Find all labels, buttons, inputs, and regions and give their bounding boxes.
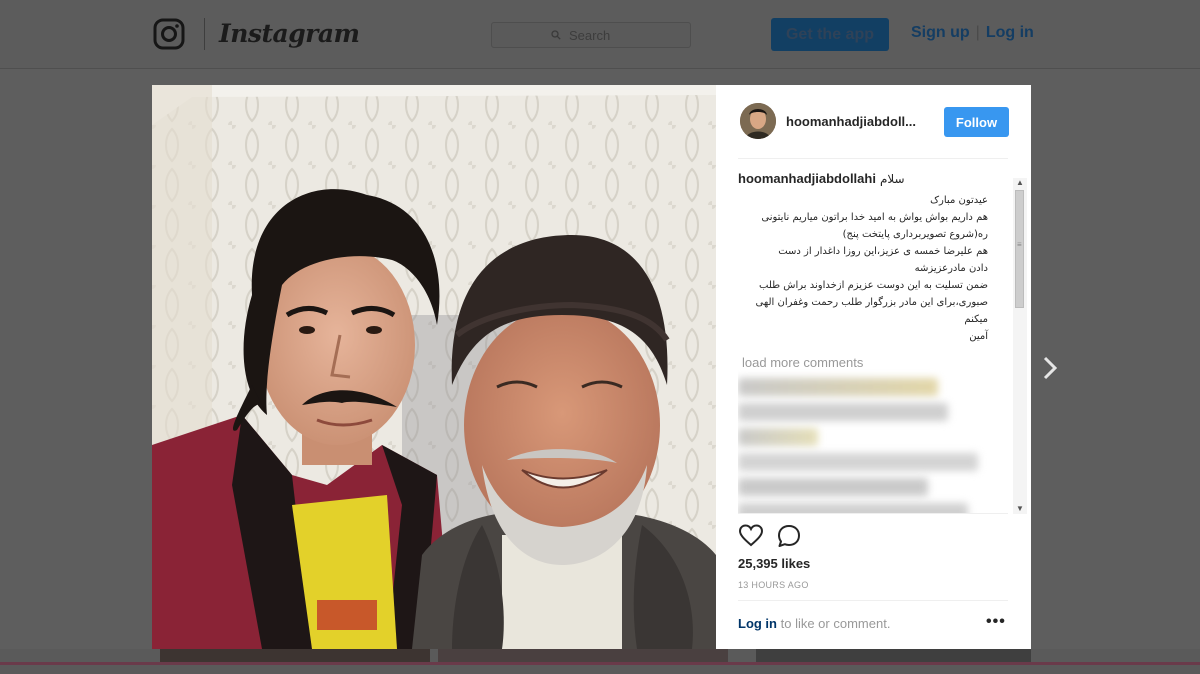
sign-up-link[interactable]: Sign up	[911, 24, 970, 41]
comment-bubble-icon[interactable]	[776, 523, 802, 549]
caption-first-line: hoomanhadjiabdollahi سلام	[738, 170, 1008, 188]
blurred-comments	[738, 378, 1008, 513]
search-box[interactable]	[491, 22, 691, 48]
comments-divider	[738, 513, 1008, 514]
search-icon	[551, 30, 561, 40]
post-photo-image	[152, 85, 716, 649]
comments-section: hoomanhadjiabdollahi سلام عیدتون مبارک هم…	[738, 170, 1008, 513]
load-more-comments-link[interactable]: load more comments	[742, 355, 1008, 370]
caption-line: آمین	[969, 331, 988, 342]
caption-line: ضمن تسلیت به این دوست عزیزم ازخداوند برا…	[759, 280, 988, 291]
post-timestamp[interactable]: 13 HOURS AGO	[738, 580, 809, 590]
bottom-accent-line	[0, 662, 1200, 665]
search-input[interactable]	[567, 26, 631, 44]
follow-button[interactable]: Follow	[944, 107, 1009, 137]
log-in-link[interactable]: Log in	[986, 24, 1034, 41]
login-prompt-text: to like or comment.	[777, 616, 891, 631]
scroll-down-arrow-icon[interactable]: ▼	[1015, 504, 1025, 514]
log-in-to-like-link[interactable]: Log in	[738, 616, 777, 631]
post-photo[interactable]	[152, 85, 716, 649]
avatar-image	[740, 103, 776, 139]
post-header: hoomanhadjiabdoll... Follow	[716, 85, 1031, 159]
heart-icon[interactable]	[738, 523, 764, 549]
login-prompt: Log in to like or comment.	[738, 616, 890, 631]
chevron-right-icon[interactable]	[1040, 355, 1060, 381]
instagram-wordmark[interactable]: Instagram	[219, 18, 360, 50]
grid-thumbnail[interactable]	[438, 649, 728, 663]
footer-divider	[738, 600, 1008, 601]
post-author-username[interactable]: hoomanhadjiabdoll...	[786, 114, 946, 129]
blurred-comment	[738, 478, 928, 496]
auth-separator: |	[975, 24, 980, 41]
blurred-comment	[738, 503, 968, 513]
caption-username[interactable]: hoomanhadjiabdollahi	[738, 171, 876, 186]
caption-line: عیدتون مبارک	[930, 195, 988, 206]
caption-first-word: سلام	[879, 172, 905, 186]
blurred-comment	[738, 403, 948, 421]
caption-line: صبوری،برای این مادر بزرگوار طلب رحمت وغف…	[755, 297, 988, 308]
caption-line: هم داریم بواش یواش به امید خدا براتون می…	[761, 212, 988, 223]
caption-line: دادن مادرعزیزشه	[914, 263, 988, 274]
instagram-camera-icon[interactable]	[153, 18, 185, 50]
scrollbar-thumb[interactable]: ≡	[1015, 190, 1024, 308]
likes-count[interactable]: 25,395 likes	[738, 556, 810, 571]
get-the-app-label: Get the app	[785, 25, 874, 43]
logo-divider	[204, 18, 205, 50]
scroll-up-arrow-icon[interactable]: ▲	[1015, 178, 1025, 188]
more-options-icon[interactable]: •••	[986, 613, 1006, 631]
caption-line: میکنم	[964, 314, 988, 325]
grid-thumbnail[interactable]	[160, 649, 430, 663]
comments-scrollbar[interactable]: ▲ ≡ ▼	[1013, 178, 1027, 514]
caption-line: ره(شروع تصویربرداری پایتخت پنج)	[842, 229, 988, 240]
blurred-comment	[738, 428, 818, 446]
top-navigation-bar: Instagram Get the app Sign up | Log in	[0, 0, 1200, 69]
blurred-comment	[738, 378, 938, 396]
grid-thumbnail[interactable]	[756, 649, 1031, 663]
auth-links: Sign up | Log in	[911, 24, 1034, 42]
caption-line: هم علیرضا خمسه ی عزیز،این روزا داغدار از…	[778, 246, 988, 257]
avatar[interactable]	[740, 103, 776, 139]
grip-icon: ≡	[1017, 240, 1022, 249]
header-divider	[738, 158, 1008, 159]
caption-text: عیدتون مبارک هم داریم بواش یواش به امید …	[738, 192, 988, 345]
blurred-comment	[738, 453, 978, 471]
post-details-panel: hoomanhadjiabdoll... Follow hoomanhadjia…	[716, 85, 1031, 649]
get-the-app-button[interactable]: Get the app	[771, 18, 889, 51]
